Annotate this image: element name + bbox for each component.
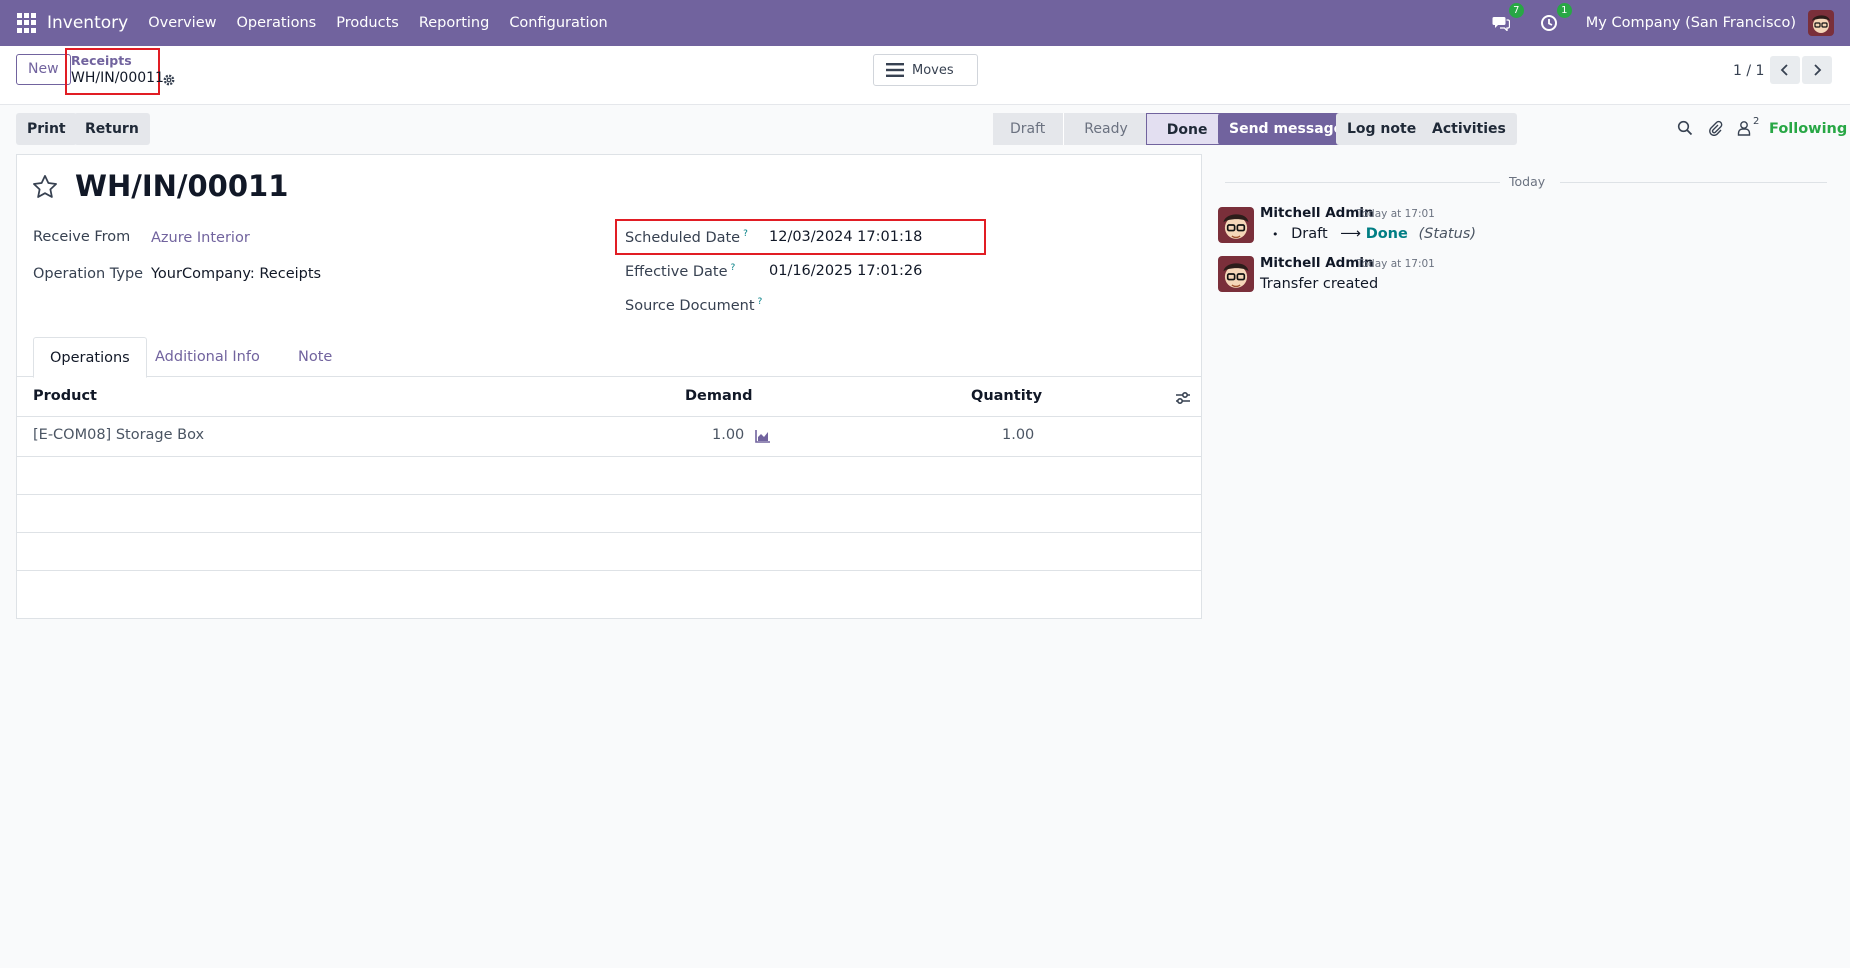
company-switcher[interactable]: My Company (San Francisco) [1586,15,1796,31]
control-panel: New Receipts WH/IN/00011 Moves 1 / 1 [0,46,1850,105]
table-header: Product Demand Quantity [17,377,1201,417]
moves-label: Moves [912,62,954,78]
divider [1225,182,1500,183]
column-product[interactable]: Product [33,388,97,404]
status-from: Draft [1291,226,1328,242]
menu-configuration[interactable]: Configuration [509,15,607,31]
notebook-tabs: Operations Additional Info Note [17,337,1201,378]
help-tooltip-icon[interactable]: ? [731,263,736,273]
stage-done[interactable]: Done [1145,113,1227,145]
menu-reporting[interactable]: Reporting [419,15,490,31]
effective-date-label: Effective Date? [625,263,736,280]
table-row[interactable]: [E-COM08] Storage Box 1.00 1.00 [17,417,1201,457]
status-field: (Status) [1418,226,1476,242]
empty-row [17,495,1201,533]
status-to: Done [1365,226,1408,242]
row-demand: 1.00 [712,427,745,443]
message-timestamp: Today at 17:01 [1357,258,1435,270]
top-navbar: Inventory Overview Operations Products R… [0,0,1850,46]
message-body: Transfer created [1260,276,1379,292]
divider [1560,182,1827,183]
activities-badge: 1 [1556,3,1572,18]
effective-date-value: 01/16/2025 17:01:26 [769,263,923,279]
status-change: • Draft ⟶ Done (Status) [1272,226,1476,242]
messages-badge: 7 [1508,3,1524,18]
followers-count: 2 [1753,116,1760,127]
record-title: WH/IN/00011 [75,169,289,203]
stage-ready[interactable]: Ready [1063,113,1146,145]
date-separator: Today [1509,174,1546,189]
avatar[interactable] [1218,256,1254,292]
send-message-button[interactable]: Send message [1218,113,1355,145]
forecast-chart-icon[interactable] [755,429,771,443]
optional-columns-icon[interactable] [1175,391,1191,405]
message-timestamp: Today at 17:01 [1357,208,1435,220]
column-demand[interactable]: Demand [685,388,752,404]
breadcrumb-receipts[interactable]: Receipts [71,53,132,68]
row-product: [E-COM08] Storage Box [33,427,205,443]
new-button[interactable]: New [16,54,71,85]
pager-previous-button[interactable] [1770,56,1800,84]
app-name[interactable]: Inventory [47,13,128,33]
row-quantity: 1.00 [1002,427,1035,443]
help-tooltip-icon[interactable]: ? [743,229,748,239]
tab-additional-info[interactable]: Additional Info [139,337,276,377]
scheduled-date-field[interactable]: 12/03/2024 17:01:18 [769,229,922,245]
pager-value[interactable]: 1 / 1 [1733,63,1764,79]
paperclip-icon[interactable] [1707,120,1725,138]
star-icon[interactable] [31,173,59,201]
column-quantity[interactable]: Quantity [971,388,1042,404]
print-button[interactable]: Print [16,113,77,145]
tab-note[interactable]: Note [282,337,348,377]
stage-draft[interactable]: Draft [993,113,1064,145]
apps-menu-icon[interactable] [17,13,37,33]
menu-products[interactable]: Products [336,15,399,31]
gear-icon[interactable] [162,73,176,87]
form-sheet: WH/IN/00011 Receive From Azure Interior … [16,154,1202,619]
source-document-label: Source Document? [625,297,763,314]
activities-button[interactable]: Activities [1421,113,1517,145]
chevron-right-icon [1814,64,1822,76]
search-icon[interactable] [1677,120,1695,138]
moves-smart-button[interactable]: Moves [873,54,978,86]
operation-type-value[interactable]: YourCompany: Receipts [151,266,321,282]
pager-next-button[interactable] [1802,56,1832,84]
log-note-button[interactable]: Log note [1336,113,1428,145]
menu-operations[interactable]: Operations [236,15,316,31]
scheduled-date-label: Scheduled Date? [625,229,748,246]
following-button[interactable]: Following [1769,121,1847,137]
operation-type-label: Operation Type [33,266,144,282]
menu-overview[interactable]: Overview [148,15,216,31]
empty-row [17,457,1201,495]
activities-clock-icon[interactable]: 1 [1538,3,1572,34]
chevron-left-icon [1780,64,1788,76]
status-bar: Draft Ready Done [993,113,1227,145]
help-tooltip-icon[interactable]: ? [758,297,763,307]
breadcrumb-current-record: WH/IN/00011 [71,70,164,86]
user-avatar[interactable] [1808,10,1834,36]
receive-from-value[interactable]: Azure Interior [151,230,250,246]
messages-icon[interactable]: 7 [1490,3,1524,34]
receive-from-label: Receive From [33,229,131,245]
tab-operations[interactable]: Operations [33,337,147,378]
empty-row [17,533,1201,571]
arrow-right-icon: ⟶ [1340,226,1362,242]
avatar[interactable] [1218,207,1254,243]
return-button[interactable]: Return [74,113,150,145]
list-icon [886,63,904,77]
